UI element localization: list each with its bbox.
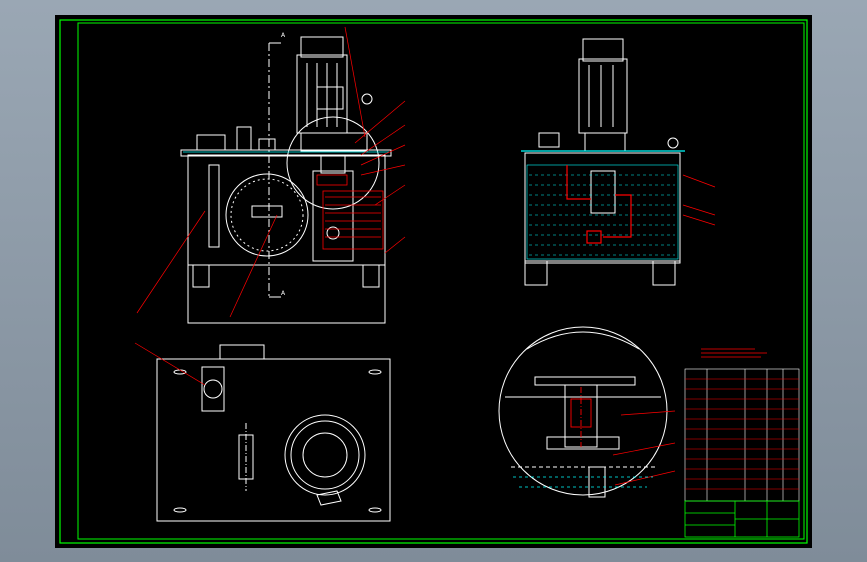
cover-nameplate xyxy=(251,205,283,218)
return-port xyxy=(258,138,276,151)
side-right-foot xyxy=(652,260,676,286)
top-terminal xyxy=(316,490,342,506)
level-gauge-cap xyxy=(236,126,252,151)
top-motor-outer xyxy=(284,414,366,496)
lifting-eye xyxy=(361,93,373,105)
return-pipe xyxy=(566,165,591,200)
inspection-cover xyxy=(225,173,309,257)
side-pipes xyxy=(566,165,716,244)
leader-line xyxy=(360,164,406,176)
top-valve-port xyxy=(203,379,223,399)
bellhousing xyxy=(300,132,368,152)
inner-frame xyxy=(77,22,805,540)
leader-line xyxy=(682,204,716,216)
suction-strainer xyxy=(586,230,602,244)
cover-bolt-circle xyxy=(230,178,304,252)
front-left-foot xyxy=(192,264,210,288)
cad-drawing-canvas: A A xyxy=(55,15,812,548)
mounting-slot xyxy=(173,507,187,513)
leader-line xyxy=(134,342,206,386)
parts-list-rows xyxy=(685,378,799,490)
top-motor-flange xyxy=(290,420,360,490)
leader-line xyxy=(136,210,206,314)
title-block xyxy=(684,500,800,538)
front-sight-glass xyxy=(208,164,220,248)
side-lifting-eye xyxy=(667,137,679,149)
outer-frame xyxy=(59,19,808,544)
side-left-foot xyxy=(524,260,548,286)
front-tank-body xyxy=(187,154,386,324)
pump-coupling xyxy=(320,154,346,174)
pump-flange xyxy=(316,174,348,186)
leader-line xyxy=(384,236,406,254)
motor-body xyxy=(296,54,348,134)
motor-fan-cover xyxy=(300,36,344,58)
section-marker-top: A xyxy=(281,32,286,39)
side-motor-fan-cover xyxy=(582,38,624,62)
mounting-slot xyxy=(368,507,382,513)
leader-line xyxy=(614,470,676,486)
motor-terminal-box xyxy=(316,86,344,110)
top-valve-block xyxy=(201,366,225,412)
air-filter xyxy=(196,134,226,151)
detail-view xyxy=(498,326,668,498)
leader-line xyxy=(229,214,278,318)
side-motor-body xyxy=(578,58,628,134)
detail-flange xyxy=(534,376,636,386)
section-marker-bottom: A xyxy=(281,290,286,297)
leader-line xyxy=(374,184,406,206)
front-view xyxy=(180,36,392,324)
side-pump xyxy=(590,170,616,214)
leader-line xyxy=(344,26,366,138)
suction-pipe xyxy=(603,194,632,238)
side-section-view xyxy=(524,38,681,286)
top-view xyxy=(156,344,391,522)
mounting-slot xyxy=(173,369,187,375)
front-right-foot xyxy=(362,264,380,288)
detail-pump-body xyxy=(564,384,598,448)
side-air-filter xyxy=(538,132,560,148)
detail-boundary-circle xyxy=(498,326,668,496)
leader-line xyxy=(682,214,716,226)
side-oil-fill xyxy=(521,150,685,260)
detail-hatch xyxy=(513,476,653,488)
hydraulic-station-assembly-drawing: A A xyxy=(59,19,808,544)
leader-line xyxy=(682,174,716,188)
side-tank-body xyxy=(524,152,681,264)
leader-line xyxy=(612,442,676,456)
front-leaders xyxy=(136,26,406,318)
top-motor-mount xyxy=(219,344,265,360)
detail-motor-base xyxy=(526,331,640,350)
detail-red-parts xyxy=(570,387,676,486)
top-motor-shaft-ring xyxy=(302,432,348,478)
technical-notes xyxy=(701,348,767,358)
mounting-slot xyxy=(368,369,382,375)
top-leaders xyxy=(134,342,206,386)
side-bellhousing xyxy=(584,132,626,152)
